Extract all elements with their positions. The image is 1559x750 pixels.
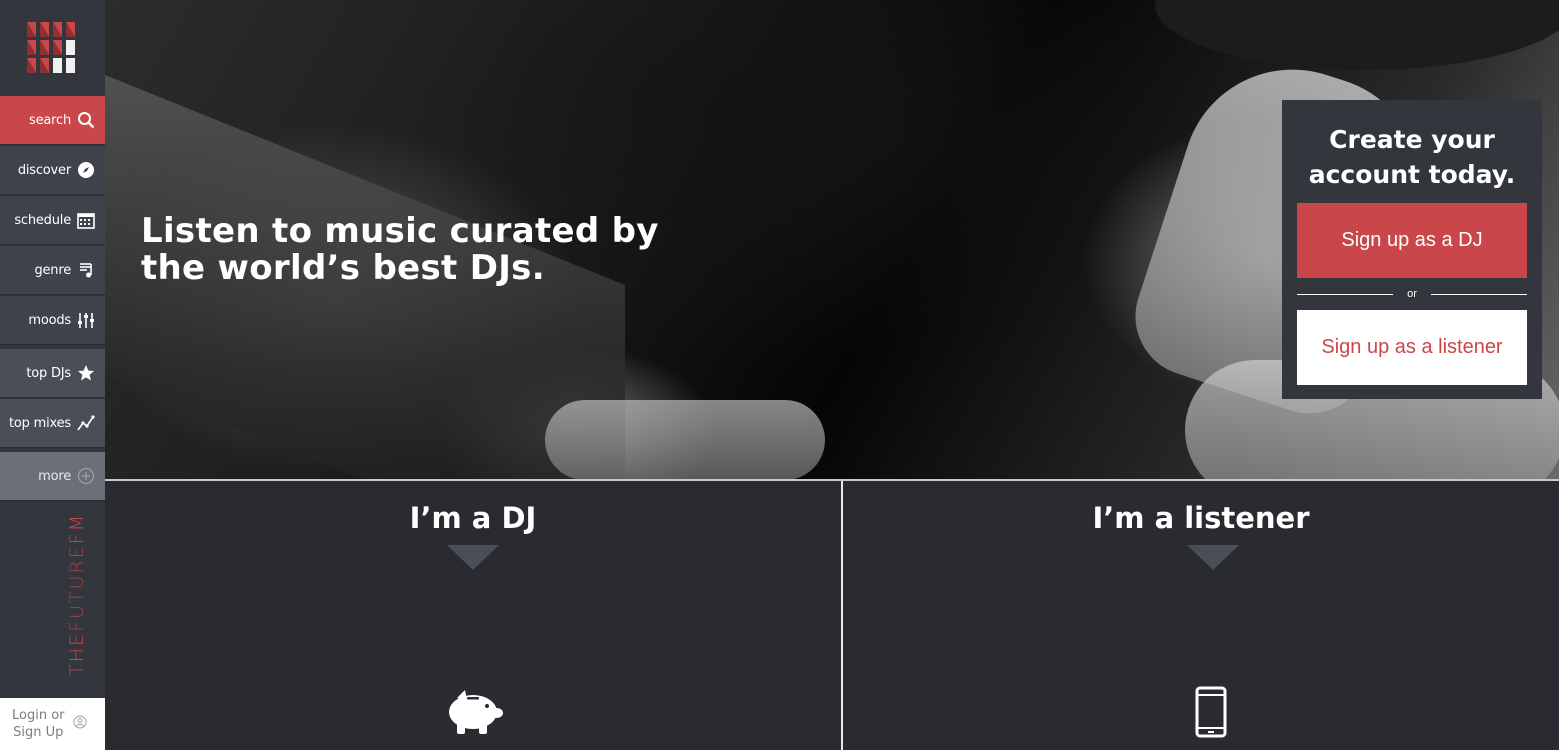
- dj-panel-title: I’m a DJ: [409, 501, 537, 535]
- signup-title: Create your account today.: [1308, 125, 1516, 189]
- sidebar-item-label: schedule: [14, 212, 71, 228]
- signup-listener-button[interactable]: Sign up as a listener: [1297, 310, 1527, 385]
- login-line1: Login or: [12, 708, 65, 723]
- brand-wordmark: THEFUTUREFM: [66, 513, 88, 676]
- compass-icon: [77, 161, 95, 179]
- calendar-icon: [77, 211, 95, 229]
- signup-card: Create your account today. Sign up as a …: [1282, 100, 1542, 399]
- logo[interactable]: [0, 0, 105, 96]
- sidebar-item-label: top mixes: [9, 415, 71, 431]
- search-icon: [77, 111, 95, 129]
- sidebar-item-label: moods: [28, 312, 71, 328]
- sidebar-item-moods[interactable]: moods: [0, 296, 105, 345]
- sidebar-item-schedule[interactable]: schedule: [0, 196, 105, 245]
- chevron-down-icon: [1187, 545, 1239, 570]
- sidebar-item-genre[interactable]: genre: [0, 246, 105, 295]
- hero-headline: Listen to music curated by the world’s b…: [141, 211, 659, 288]
- dj-panel[interactable]: I’m a DJ: [105, 481, 841, 750]
- chevron-down-icon: [447, 545, 499, 570]
- hero-photo-hand-on-deck: [545, 400, 825, 479]
- sidebar-item-top-djs[interactable]: top DJs: [0, 349, 105, 398]
- music-note-icon: [77, 261, 95, 279]
- user-icon: [73, 715, 87, 733]
- or-divider: or: [1297, 278, 1527, 310]
- login-signup-link[interactable]: Login or Sign Up: [0, 698, 105, 750]
- plus-circle-icon: [77, 467, 95, 485]
- sidebar-item-discover[interactable]: discover: [0, 146, 105, 195]
- smartphone-icon: [1195, 686, 1227, 743]
- star-icon: [77, 364, 95, 382]
- signup-dj-button[interactable]: Sign up as a DJ: [1297, 203, 1527, 278]
- sliders-icon: [77, 311, 95, 329]
- sidebar: search discover schedule genre moods top…: [0, 0, 105, 750]
- logo-icon: [26, 22, 75, 73]
- sidebar-item-search[interactable]: search: [0, 96, 105, 145]
- sidebar-item-label: discover: [17, 162, 71, 178]
- sidebar-item-label: top DJs: [26, 365, 71, 381]
- sidebar-item-label: search: [29, 112, 71, 128]
- trend-line-icon: [77, 414, 95, 432]
- piggy-bank-icon: [443, 686, 503, 741]
- sidebar-item-label: genre: [34, 262, 71, 278]
- sidebar-item-more[interactable]: more: [0, 452, 105, 501]
- listener-panel[interactable]: I’m a listener: [843, 481, 1559, 750]
- login-line2: Sign Up: [13, 725, 64, 740]
- listener-panel-title: I’m a listener: [1092, 501, 1310, 535]
- role-panels: I’m a DJ I’m a listener: [105, 479, 1559, 750]
- sidebar-item-top-mixes[interactable]: top mixes: [0, 399, 105, 448]
- sidebar-item-label: more: [38, 468, 71, 484]
- hero-photo-hat: [1155, 0, 1559, 70]
